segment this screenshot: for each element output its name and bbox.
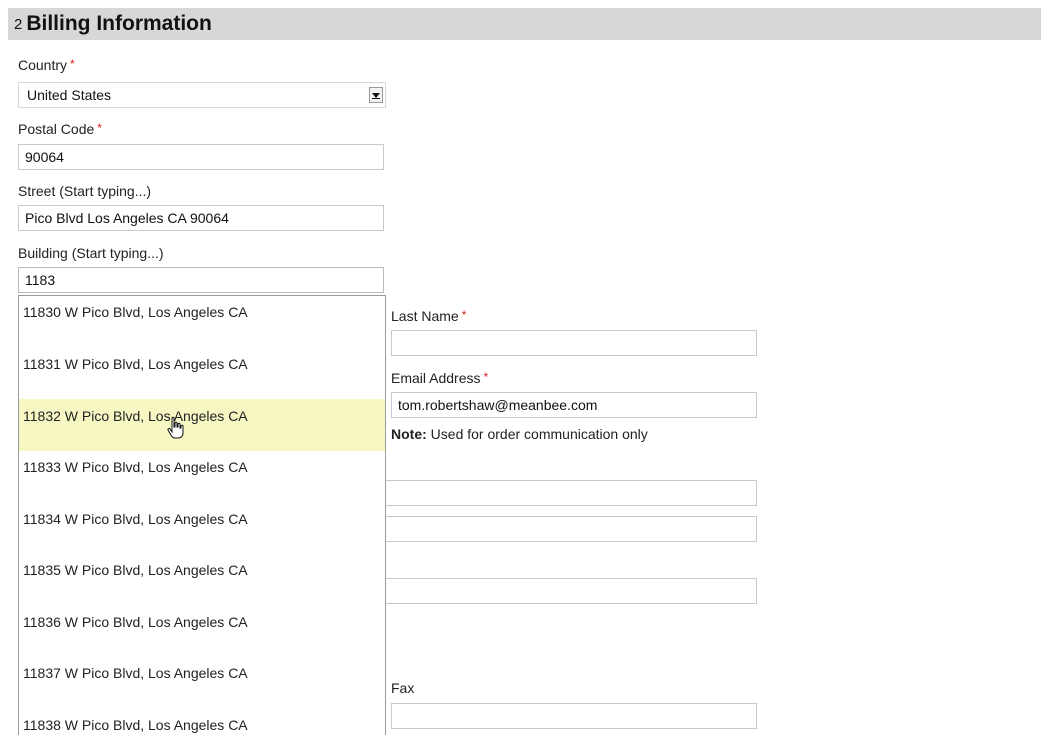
email-label-text: Email Address xyxy=(391,370,481,386)
last-name-label-text: Last Name xyxy=(391,308,459,324)
email-input[interactable]: tom.robertshaw@meanbee.com xyxy=(391,392,757,418)
last-name-input[interactable] xyxy=(391,330,757,356)
building-label: Building (Start typing...) xyxy=(18,245,164,261)
country-select-value: United States xyxy=(27,87,112,103)
suggestion-item[interactable]: 11837 W Pico Blvd, Los Angeles CA xyxy=(19,657,385,709)
hand-pointer-icon xyxy=(167,416,184,439)
suggestion-item[interactable]: 11834 W Pico Blvd, Los Angeles CA xyxy=(19,503,385,555)
checkout-page: 2 Billing Information Country * United St… xyxy=(0,0,1041,735)
street-input[interactable]: Pico Blvd Los Angeles CA 90064 xyxy=(18,205,384,231)
email-note: Note: Used for order communication only xyxy=(391,426,648,442)
postal-code-label-text: Postal Code xyxy=(18,121,95,137)
chevron-down-icon[interactable] xyxy=(369,87,383,103)
required-marker: * xyxy=(97,121,102,135)
fax-input[interactable] xyxy=(391,703,757,729)
suggestion-item[interactable]: 11836 W Pico Blvd, Los Angeles CA xyxy=(19,606,385,658)
building-suggestions-dropdown: 11830 W Pico Blvd, Los Angeles CA 11831 … xyxy=(18,295,386,735)
address-input[interactable] xyxy=(385,516,757,542)
suggestion-item[interactable]: 11838 W Pico Blvd, Los Angeles CA xyxy=(19,709,385,735)
suggestion-item[interactable]: 11831 W Pico Blvd, Los Angeles CA xyxy=(19,348,385,400)
suggestion-item-highlighted[interactable]: 11832 W Pico Blvd, Los Angeles CA xyxy=(19,399,385,451)
section-title: Billing Information xyxy=(26,12,212,35)
street-label: Street (Start typing...) xyxy=(18,183,152,199)
suggestion-item[interactable]: 11833 W Pico Blvd, Los Angeles CA xyxy=(19,451,385,503)
country-label-text: Country xyxy=(18,57,68,73)
section-number: 2 xyxy=(14,15,23,33)
postal-code-label: Postal Code * xyxy=(18,121,102,137)
last-name-label: Last Name * xyxy=(391,308,466,324)
city-input[interactable] xyxy=(385,578,757,604)
required-marker: * xyxy=(461,308,467,322)
email-note-prefix: Note: xyxy=(391,426,427,442)
suggestion-item[interactable]: 11830 W Pico Blvd, Los Angeles CA xyxy=(19,296,385,348)
required-marker: * xyxy=(70,57,75,71)
required-marker: * xyxy=(483,370,489,384)
suggestion-item[interactable]: 11835 W Pico Blvd, Los Angeles CA xyxy=(19,554,385,606)
company-input[interactable] xyxy=(385,480,757,506)
country-label: Country * xyxy=(18,57,75,73)
email-note-text: Used for order communication only xyxy=(426,426,648,442)
fax-label: Fax xyxy=(391,680,415,696)
email-label: Email Address * xyxy=(391,370,488,386)
postal-code-input[interactable]: 90064 xyxy=(18,144,384,170)
building-input[interactable]: 1183 xyxy=(18,267,384,293)
country-select[interactable]: United States xyxy=(18,82,386,108)
billing-section-header: 2 Billing Information xyxy=(8,8,1041,40)
